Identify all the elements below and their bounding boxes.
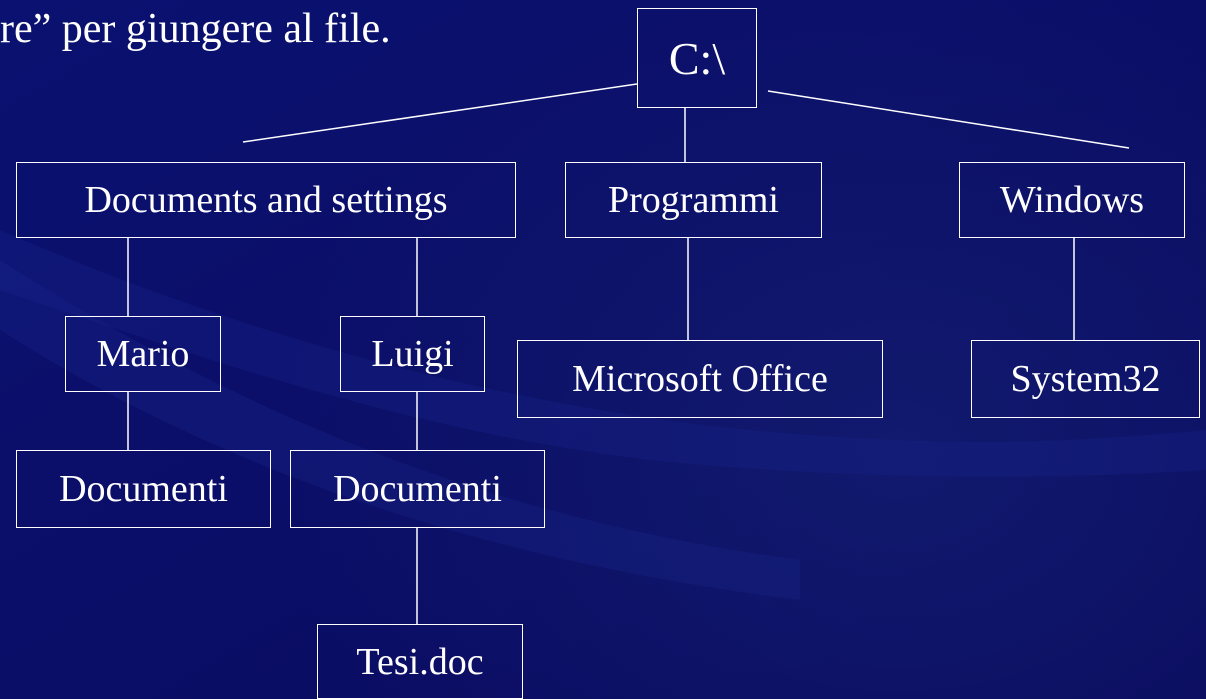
tree-node-tesi-doc: Tesi.doc — [317, 624, 523, 699]
tree-node-mario-documenti: Documenti — [16, 450, 271, 528]
tree-node-mario: Mario — [65, 316, 221, 392]
tree-node-windows: Windows — [959, 162, 1185, 238]
connector-root-windows — [767, 90, 1130, 149]
tree-node-documents-and-settings: Documents and settings — [16, 162, 516, 238]
tree-node-root: C:\ — [637, 8, 757, 108]
connector-root-documents — [242, 83, 638, 143]
tree-node-microsoft-office: Microsoft Office — [517, 340, 883, 418]
tree-node-luigi: Luigi — [340, 316, 485, 392]
tree-node-programmi: Programmi — [565, 162, 822, 238]
tree-node-system32: System32 — [971, 340, 1200, 418]
tree-node-luigi-documenti: Documenti — [290, 450, 545, 528]
